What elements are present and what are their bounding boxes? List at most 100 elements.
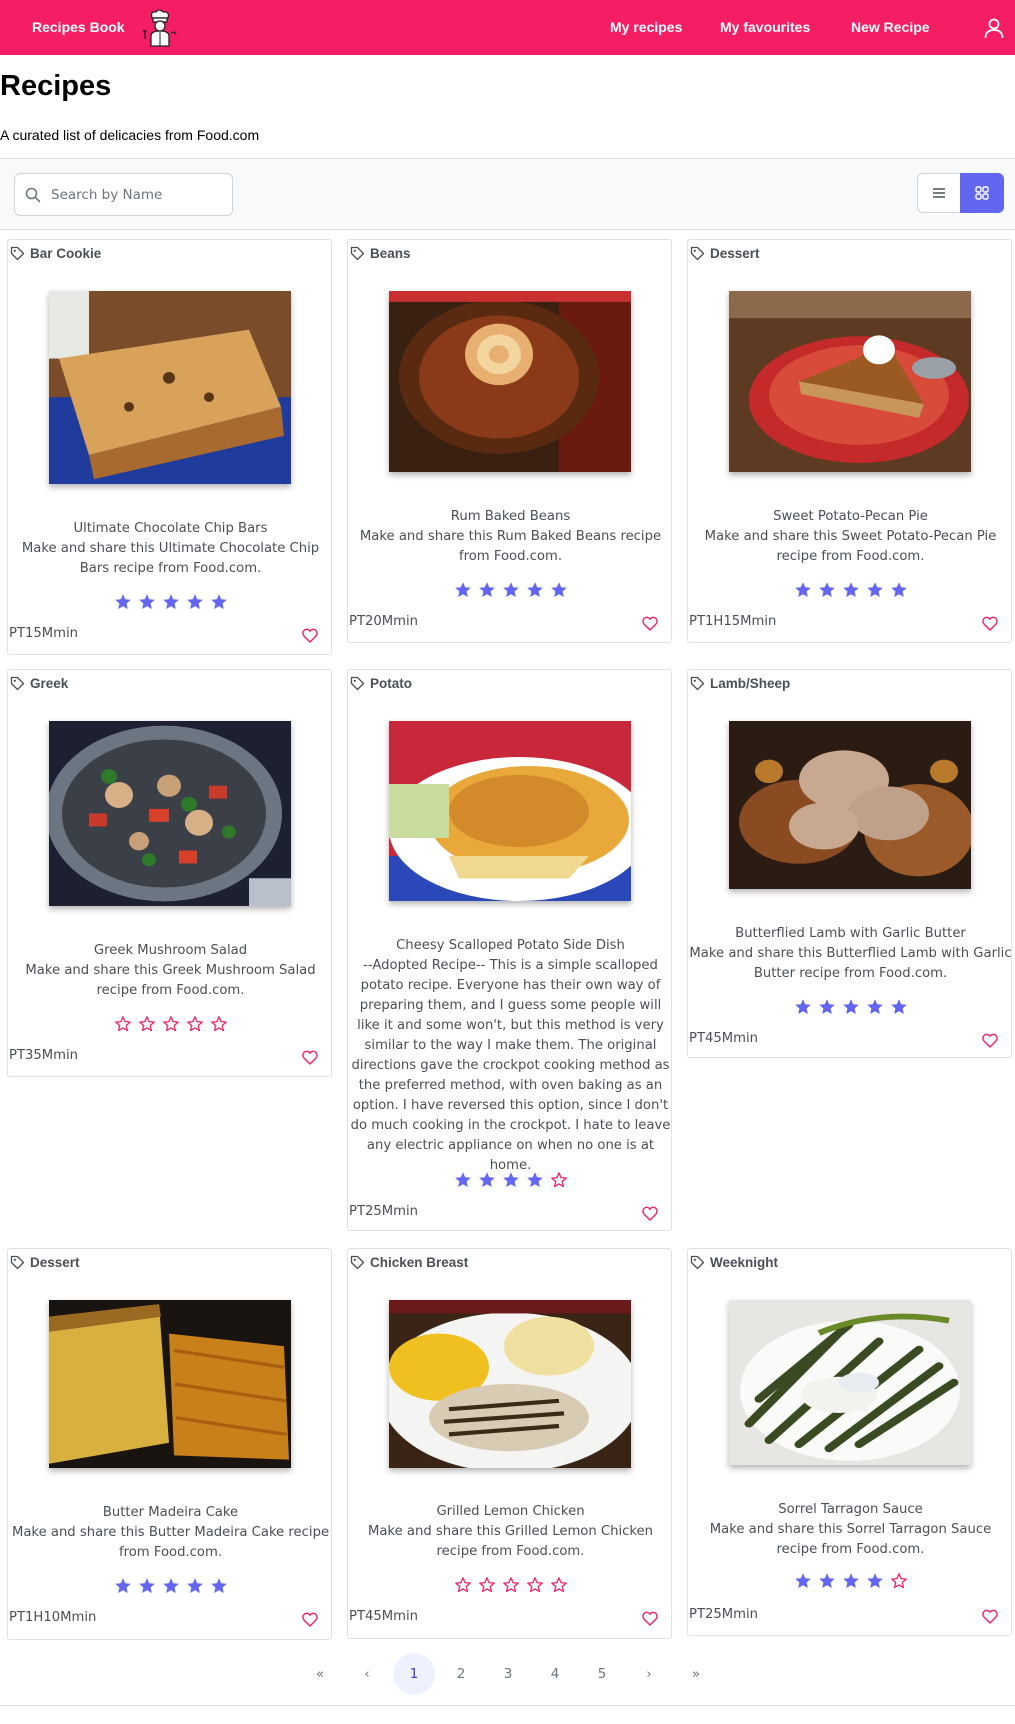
- list-view-button[interactable]: [917, 173, 961, 213]
- star-empty-icon[interactable]: [890, 1572, 908, 1590]
- page-button-5[interactable]: 5: [581, 1653, 623, 1695]
- star-empty-icon[interactable]: [526, 1576, 544, 1594]
- star-filled-icon[interactable]: [454, 1171, 472, 1189]
- star-filled-icon[interactable]: [794, 581, 812, 599]
- rating-stars[interactable]: [688, 581, 1013, 601]
- star-filled-icon[interactable]: [210, 1577, 228, 1595]
- recipe-photo[interactable]: [49, 291, 291, 484]
- nav-my-favourites[interactable]: My favourites: [720, 19, 810, 35]
- favourite-heart-icon[interactable]: [982, 616, 998, 631]
- recipe-title[interactable]: Grilled Lemon Chicken: [348, 1502, 673, 1522]
- star-filled-icon[interactable]: [502, 581, 520, 599]
- star-empty-icon[interactable]: [550, 1171, 568, 1189]
- star-filled-icon[interactable]: [794, 998, 812, 1016]
- star-filled-icon[interactable]: [114, 1577, 132, 1595]
- star-empty-icon[interactable]: [162, 1015, 180, 1033]
- favourite-heart-icon[interactable]: [302, 628, 318, 643]
- star-filled-icon[interactable]: [526, 1171, 544, 1189]
- brand-name[interactable]: Recipes Book: [32, 19, 125, 35]
- recipe-card[interactable]: Beans Rum Baked Beans Make and share thi…: [347, 239, 672, 643]
- star-filled-icon[interactable]: [210, 593, 228, 611]
- recipe-card[interactable]: Chicken Breast Grilled Lemon Chicken Mak…: [347, 1248, 672, 1639]
- star-empty-icon[interactable]: [114, 1015, 132, 1033]
- recipe-title[interactable]: Butterflied Lamb with Garlic Butter: [688, 924, 1013, 944]
- star-filled-icon[interactable]: [842, 581, 860, 599]
- rating-stars[interactable]: [348, 1576, 673, 1596]
- star-empty-icon[interactable]: [502, 1576, 520, 1594]
- nav-my-recipes[interactable]: My recipes: [610, 19, 682, 35]
- recipe-card[interactable]: Dessert Butter Madeira Cake Make and sha…: [7, 1248, 332, 1640]
- star-empty-icon[interactable]: [186, 1015, 204, 1033]
- star-filled-icon[interactable]: [794, 1572, 812, 1590]
- search-box[interactable]: [14, 173, 233, 216]
- page-button-2[interactable]: 2: [440, 1653, 482, 1695]
- recipe-title[interactable]: Rum Baked Beans: [348, 507, 673, 527]
- star-filled-icon[interactable]: [162, 1577, 180, 1595]
- star-filled-icon[interactable]: [114, 593, 132, 611]
- star-filled-icon[interactable]: [890, 998, 908, 1016]
- star-filled-icon[interactable]: [818, 581, 836, 599]
- star-filled-icon[interactable]: [550, 581, 568, 599]
- favourite-heart-icon[interactable]: [642, 1611, 658, 1626]
- next-page-button[interactable]: ›: [628, 1653, 670, 1695]
- favourite-heart-icon[interactable]: [302, 1612, 318, 1627]
- star-filled-icon[interactable]: [842, 1572, 860, 1590]
- star-filled-icon[interactable]: [842, 998, 860, 1016]
- rating-stars[interactable]: [688, 998, 1013, 1018]
- rating-stars[interactable]: [348, 1171, 673, 1191]
- grid-view-button[interactable]: [960, 173, 1004, 213]
- star-filled-icon[interactable]: [138, 593, 156, 611]
- recipe-photo[interactable]: [729, 291, 971, 472]
- star-filled-icon[interactable]: [162, 593, 180, 611]
- favourite-heart-icon[interactable]: [642, 616, 658, 631]
- page-button-1[interactable]: 1: [393, 1653, 435, 1695]
- star-filled-icon[interactable]: [890, 581, 908, 599]
- recipe-card[interactable]: Lamb/Sheep Butterflied Lamb with Garlic …: [687, 669, 1012, 1058]
- favourite-heart-icon[interactable]: [642, 1206, 658, 1221]
- recipe-title[interactable]: Sorrel Tarragon Sauce: [688, 1500, 1013, 1520]
- favourite-heart-icon[interactable]: [982, 1033, 998, 1048]
- recipe-title[interactable]: Cheesy Scalloped Potato Side Dish: [348, 936, 673, 956]
- last-page-button[interactable]: »: [675, 1653, 717, 1695]
- recipe-card[interactable]: Bar Cookie Ultimate Chocolate Chip Bars …: [7, 239, 332, 655]
- recipe-card[interactable]: Potato Cheesy Scalloped Potato Side Dish…: [347, 669, 672, 1231]
- star-filled-icon[interactable]: [502, 1171, 520, 1189]
- recipe-photo[interactable]: [389, 1300, 631, 1468]
- recipe-photo[interactable]: [729, 721, 971, 889]
- recipe-title[interactable]: Sweet Potato-Pecan Pie: [688, 507, 1013, 527]
- star-filled-icon[interactable]: [818, 998, 836, 1016]
- recipe-title[interactable]: Greek Mushroom Salad: [8, 941, 333, 961]
- first-page-button[interactable]: «: [299, 1653, 341, 1695]
- search-input[interactable]: [51, 175, 227, 214]
- rating-stars[interactable]: [8, 1015, 333, 1035]
- recipe-photo[interactable]: [389, 291, 631, 472]
- page-button-4[interactable]: 4: [534, 1653, 576, 1695]
- rating-stars[interactable]: [688, 1572, 1013, 1592]
- rating-stars[interactable]: [8, 1577, 333, 1597]
- page-button-3[interactable]: 3: [487, 1653, 529, 1695]
- recipe-card[interactable]: Greek Greek Mushroom Salad Make and shar…: [7, 669, 332, 1077]
- recipe-card[interactable]: Weeknight Sorrel Tarragon Sauce Make and…: [687, 1248, 1012, 1636]
- favourite-heart-icon[interactable]: [302, 1050, 318, 1065]
- star-filled-icon[interactable]: [186, 593, 204, 611]
- star-filled-icon[interactable]: [138, 1577, 156, 1595]
- star-filled-icon[interactable]: [866, 998, 884, 1016]
- star-empty-icon[interactable]: [478, 1576, 496, 1594]
- rating-stars[interactable]: [348, 581, 673, 601]
- star-filled-icon[interactable]: [866, 1572, 884, 1590]
- user-icon[interactable]: [983, 17, 1005, 39]
- star-filled-icon[interactable]: [478, 581, 496, 599]
- star-filled-icon[interactable]: [866, 581, 884, 599]
- prev-page-button[interactable]: ‹: [346, 1653, 388, 1695]
- star-empty-icon[interactable]: [210, 1015, 228, 1033]
- recipe-photo[interactable]: [49, 1300, 291, 1468]
- star-filled-icon[interactable]: [478, 1171, 496, 1189]
- star-filled-icon[interactable]: [454, 581, 472, 599]
- star-empty-icon[interactable]: [454, 1576, 472, 1594]
- rating-stars[interactable]: [8, 593, 333, 613]
- recipe-title[interactable]: Ultimate Chocolate Chip Bars: [8, 519, 333, 539]
- nav-new-recipe[interactable]: New Recipe: [851, 19, 930, 35]
- favourite-heart-icon[interactable]: [982, 1609, 998, 1624]
- recipe-photo[interactable]: [729, 1300, 971, 1465]
- star-filled-icon[interactable]: [818, 1572, 836, 1590]
